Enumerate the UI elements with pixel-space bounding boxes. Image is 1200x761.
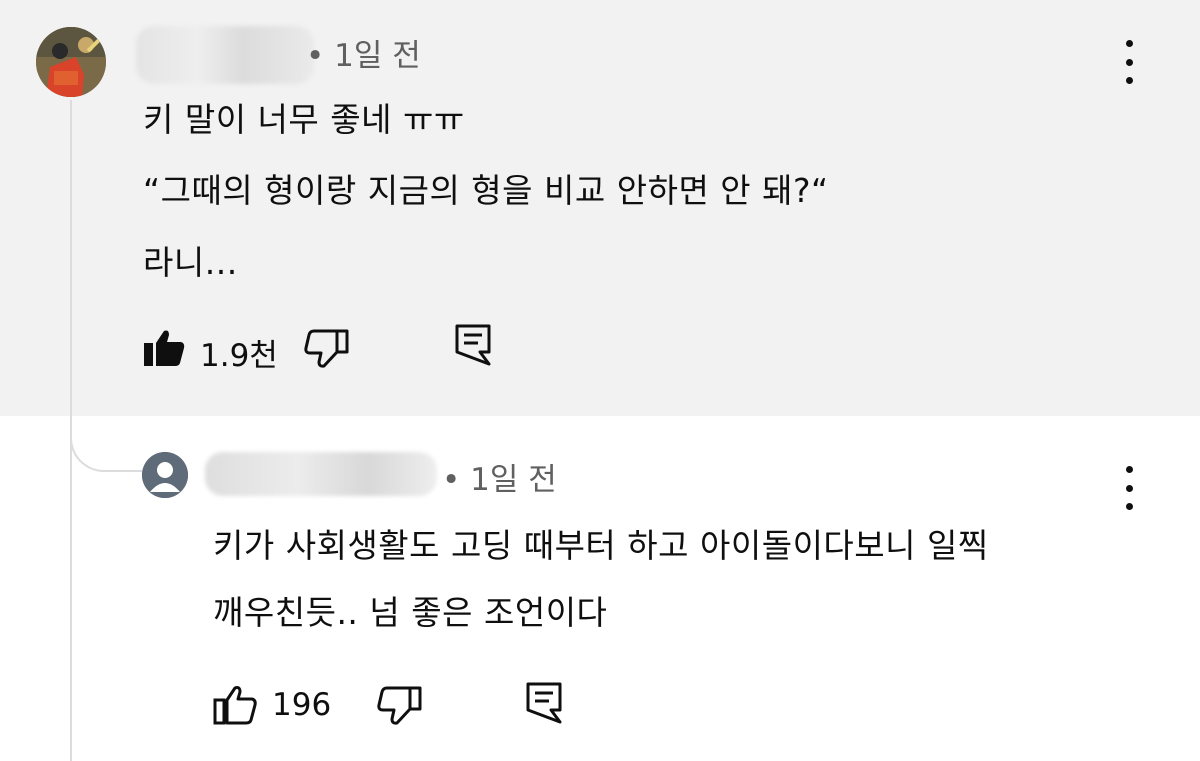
reply-icon	[526, 682, 562, 724]
reply-button[interactable]	[525, 681, 563, 729]
reply-button[interactable]	[454, 323, 492, 371]
thumbs-up-icon	[144, 330, 185, 366]
thumbs-up-icon	[213, 686, 257, 725]
like-button[interactable]	[213, 685, 257, 729]
like-count: 196	[272, 687, 332, 723]
reply-timestamp: • 1일 전	[442, 462, 557, 498]
reply-text-line: 깨우친듯.. 넘 좋은 조언이다	[213, 593, 608, 632]
dislike-button[interactable]	[304, 328, 350, 374]
comment-text-line: “그때의 형이랑 지금의 형을 비교 안하면 안 돼?“	[143, 171, 829, 210]
thumbs-down-icon	[304, 329, 349, 368]
like-count: 1.9천	[200, 338, 278, 374]
default-avatar-icon	[142, 452, 188, 498]
commenter-avatar[interactable]	[36, 27, 106, 97]
dislike-button[interactable]	[377, 685, 423, 731]
thumbs-down-icon	[377, 686, 422, 725]
comment-text-line: 키 말이 너무 좋네 ㅠㅠ	[143, 100, 465, 139]
reply-icon	[455, 324, 491, 366]
comment-text-line: 라니...	[143, 243, 238, 282]
redacted-username	[205, 452, 437, 496]
avatar-image	[36, 27, 106, 97]
more-vert-icon[interactable]	[1119, 466, 1139, 510]
redacted-username	[136, 26, 314, 84]
reply-text-line: 키가 사회생활도 고딩 때부터 하고 아이돌이다보니 일찍	[213, 526, 989, 565]
thread-connector	[70, 410, 142, 472]
more-vert-icon[interactable]	[1119, 40, 1139, 84]
like-button[interactable]	[142, 328, 186, 372]
reply-avatar[interactable]	[142, 452, 188, 498]
comment-timestamp: • 1일 전	[306, 38, 421, 74]
